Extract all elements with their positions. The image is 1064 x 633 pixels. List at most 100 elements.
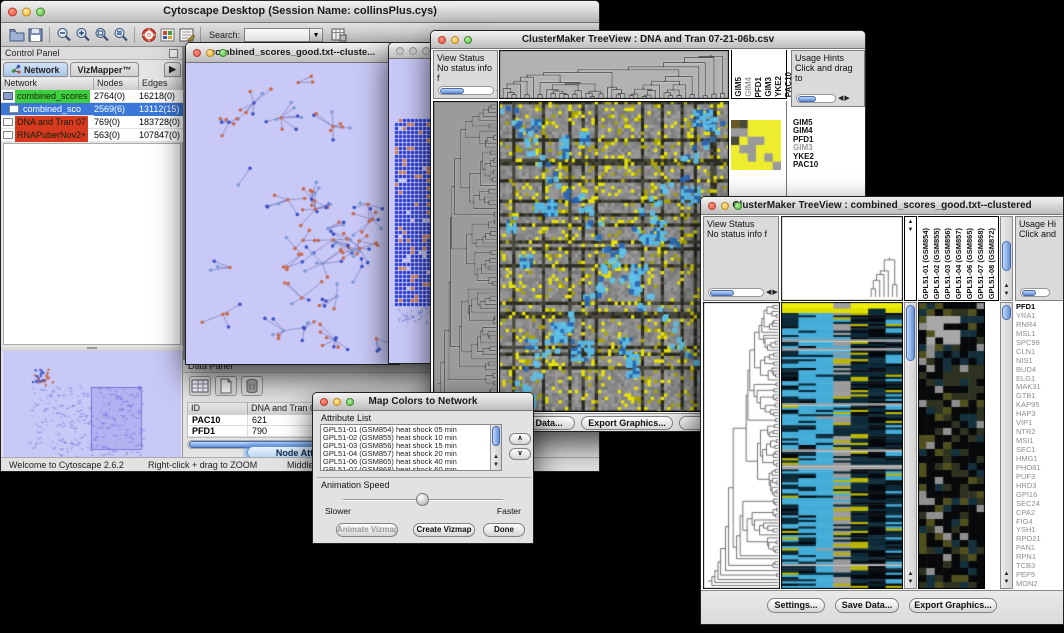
usage-hints-scrollbar[interactable]	[1020, 287, 1050, 298]
new-attribute-icon[interactable]	[215, 376, 237, 396]
minimize-button[interactable]	[721, 202, 729, 210]
dialog-button-create-vizmap[interactable]: Create Vizmap	[413, 523, 475, 537]
network-tree-area[interactable]	[3, 143, 181, 345]
gene-label-list: PFD1YRA1RNR4MSL1SPC98CLN1NIS1BUD4ELG1MAK…	[1016, 303, 1064, 589]
heatmap-canvas[interactable]	[499, 101, 729, 412]
gene-dendrogram-canvas[interactable]	[703, 302, 780, 589]
minimize-button[interactable]	[409, 47, 417, 55]
help-ring-icon[interactable]	[139, 26, 158, 44]
minimize-button[interactable]	[451, 36, 459, 44]
document-icon	[9, 105, 19, 113]
search-dropdown-icon[interactable]: ▼	[310, 28, 323, 42]
gene-list-scrollbar[interactable]: ▲▼	[1000, 302, 1013, 589]
network-canvas[interactable]	[186, 63, 399, 364]
close-button[interactable]	[320, 398, 328, 406]
gene-label[interactable]: MON2	[1016, 580, 1064, 589]
move-down-button[interactable]: ∨	[509, 448, 531, 460]
network-table-header[interactable]: Edges	[139, 78, 183, 90]
array-label[interactable]: GPL51-04 (GSM857)	[954, 228, 963, 299]
close-button[interactable]	[193, 49, 201, 57]
array-label[interactable]: GIM5	[734, 77, 743, 97]
array-label[interactable]: GPL51-02 (GSM855)	[932, 228, 941, 299]
array-label[interactable]: PFD1	[754, 77, 763, 97]
view-status-scrollbar[interactable]: ◀▶	[708, 287, 779, 298]
tab-network[interactable]: Network	[3, 62, 68, 77]
array-label[interactable]: GPL51-07 (GSM868)	[976, 228, 985, 299]
import-table-icon[interactable]	[329, 26, 348, 44]
dialog-button-animate-vizmap[interactable]: Animate Vizmap	[336, 523, 398, 537]
animation-speed-slider[interactable]	[343, 499, 503, 501]
data-table-header[interactable]: ID	[188, 403, 248, 415]
network-view-titlebar[interactable]: combined_scores_good.txt--cluste...	[186, 43, 399, 63]
heatmap-vscrollbar[interactable]: ▲▼	[904, 302, 917, 589]
network-table-row[interactable]: combined_sco2569(6)13112(15)	[1, 103, 183, 116]
treeview2-titlebar[interactable]: ClusterMaker TreeView : combined_scores_…	[701, 197, 1063, 215]
network-table-row[interactable]: DNA and Tran 07769(0)183728(0)	[1, 116, 183, 129]
edit-form-icon[interactable]	[177, 26, 196, 44]
treeview2-button-save-data[interactable]: Save Data...	[835, 598, 899, 613]
view-status-scrollbar[interactable]: ◀▶	[438, 85, 498, 96]
close-button[interactable]	[396, 47, 404, 55]
treeview2-button-settings[interactable]: Settings...	[767, 598, 825, 613]
array-label[interactable]: GPL51-01 (GSM854)	[921, 228, 930, 299]
network-table-header[interactable]: Nodes	[94, 78, 139, 90]
array-label[interactable]: YKE2	[774, 76, 783, 97]
gene-dendrogram-canvas[interactable]	[433, 101, 498, 412]
array-label[interactable]: GIM4	[744, 77, 753, 97]
zoom-fit-icon[interactable]	[92, 26, 111, 44]
minimize-button[interactable]	[206, 49, 214, 57]
tab-overflow-button[interactable]: ▶	[164, 62, 181, 77]
minimize-button[interactable]	[333, 398, 341, 406]
zoom-button[interactable]	[734, 202, 742, 210]
zoom-button[interactable]	[422, 47, 430, 55]
minimize-button[interactable]	[22, 7, 31, 16]
tab-vizmapper-[interactable]: VizMapper™	[70, 62, 140, 77]
attribute-table-icon[interactable]	[189, 376, 211, 396]
node-attributes-icon[interactable]	[158, 26, 177, 44]
zoom-in-icon[interactable]	[73, 26, 92, 44]
zoom-selected-icon[interactable]	[111, 26, 130, 44]
zoom-button[interactable]	[219, 49, 227, 57]
attribute-list-scrollbar[interactable]: ▲▼	[490, 425, 501, 470]
network-table-row[interactable]: RNAPuberNov2+563(0)107847(0)	[1, 129, 183, 142]
network-view-title: combined_scores_good.txt--cluste...	[210, 47, 375, 58]
dialog-titlebar[interactable]: Map Colors to Network	[313, 393, 533, 411]
zoomed-selection-canvas[interactable]	[918, 302, 985, 589]
network-table-row[interactable]: combined_scores2764(0)16218(0)	[1, 90, 183, 103]
main-titlebar[interactable]: Cytoscape Desktop (Session Name: collins…	[1, 1, 599, 23]
array-label[interactable]: GPL51-08 (GSM872)	[987, 228, 996, 299]
float-panel-icon[interactable]	[169, 49, 178, 58]
zoom-button[interactable]	[346, 398, 354, 406]
zoom-out-icon[interactable]	[54, 26, 73, 44]
usage-hints-panel: Usage Hi Click and	[1015, 216, 1064, 301]
zoom-button[interactable]	[36, 7, 45, 16]
network-table-header[interactable]: Network	[1, 78, 94, 90]
treeview1-button-export-graphics[interactable]: Export Graphics...	[581, 416, 673, 430]
selected-submatrix-canvas[interactable]	[731, 120, 781, 170]
save-icon[interactable]	[26, 26, 45, 44]
array-label[interactable]: GPL51-03 (GSM856)	[943, 228, 952, 299]
array-dendrogram-canvas[interactable]	[499, 50, 729, 99]
usage-hints-scrollbar[interactable]: ◀▶	[796, 93, 851, 104]
close-button[interactable]	[438, 36, 446, 44]
array-label-scrollbar[interactable]: ▲▼	[1000, 216, 1013, 301]
array-label[interactable]: GIM3	[764, 77, 773, 97]
zoom-button[interactable]	[464, 36, 472, 44]
gene-label[interactable]: PAC10	[793, 161, 863, 169]
move-up-button[interactable]: ∧	[509, 433, 531, 445]
close-button[interactable]	[8, 7, 17, 16]
open-folder-icon[interactable]	[7, 26, 26, 44]
slider-thumb[interactable]	[416, 493, 429, 506]
array-dendrogram-canvas[interactable]	[781, 216, 903, 301]
close-button[interactable]	[708, 202, 716, 210]
network-overview-canvas[interactable]	[3, 351, 181, 458]
dialog-button-done[interactable]: Done	[483, 523, 525, 537]
delete-attribute-icon[interactable]	[241, 376, 263, 396]
treeview2-button-export-graphics[interactable]: Export Graphics...	[909, 598, 997, 613]
heatmap-canvas[interactable]	[781, 302, 903, 589]
array-label[interactable]: GPL51-06 (GSM865)	[965, 228, 974, 299]
search-input[interactable]	[244, 28, 310, 42]
treeview1-titlebar[interactable]: ClusterMaker TreeView : DNA and Tran 07-…	[431, 31, 865, 49]
attribute-item[interactable]: GPL51-07 (GSM868) heat shock 60 min	[323, 466, 488, 471]
attribute-list[interactable]: GPL51-01 (GSM854) heat shock 05 minGPL51…	[320, 424, 502, 471]
